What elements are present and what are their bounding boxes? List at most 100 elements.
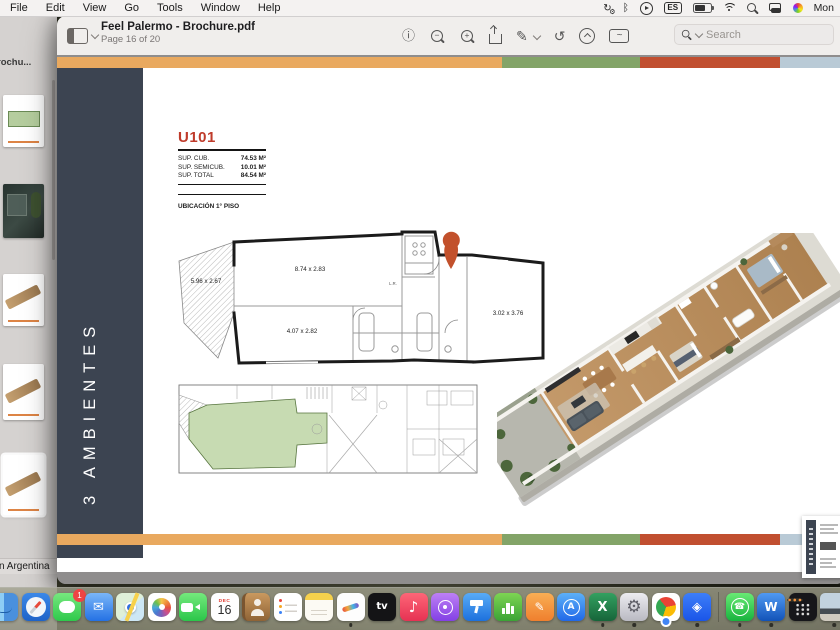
dock-tv-icon[interactable]: tv	[368, 593, 396, 621]
stripe-red	[640, 57, 780, 68]
dock-mail-icon[interactable]: ✉	[85, 593, 113, 621]
menu-go[interactable]: Go	[124, 2, 139, 14]
signature-icon[interactable]: ~	[609, 29, 629, 43]
info-icon[interactable]: ⓘ	[402, 29, 415, 42]
stripe-blue	[780, 57, 840, 68]
stripe-orange	[57, 57, 502, 68]
menu-help[interactable]: Help	[258, 2, 281, 14]
clock-day[interactable]: Mon	[814, 2, 834, 14]
markup-pen-icon[interactable]: ✎	[516, 29, 528, 43]
thumbnail-render	[5, 284, 42, 309]
menu-view[interactable]: View	[83, 2, 107, 14]
zoom-out-icon[interactable]: −	[429, 28, 445, 44]
dock-reminders-icon[interactable]	[274, 593, 302, 621]
control-center-icon[interactable]	[769, 3, 782, 13]
toolbar: Feel Palermo - Brochure.pdf Page 16 of 2…	[57, 16, 840, 56]
logo-vertical-band	[806, 520, 816, 574]
menu-file[interactable]: File	[10, 2, 28, 14]
stripe-green	[502, 57, 640, 68]
rotate-icon[interactable]: ↺	[554, 29, 566, 43]
thumbnail-photo	[7, 194, 27, 216]
dock-photos-icon[interactable]	[148, 593, 176, 621]
dock-freeform-icon[interactable]	[337, 593, 365, 621]
page-thumbnail[interactable]	[3, 95, 44, 147]
side-label: 3 AMBIENTES	[81, 279, 115, 505]
unit-spec-block: U101 SUP. CUB.74.53 M² SUP. SEMICUB.10.0…	[178, 129, 266, 210]
spec-row: SUP. CUB.74.53 M²	[178, 155, 266, 164]
spec-row: SUP. TOTAL84.54 M²	[178, 172, 266, 181]
dock-pages-icon[interactable]: ✎	[526, 593, 554, 621]
unit-title: U101	[178, 129, 266, 146]
search-placeholder: Search	[706, 29, 741, 41]
dock-excel-icon[interactable]: X	[589, 593, 617, 621]
menu-window[interactable]: Window	[201, 2, 240, 14]
dock-whatsapp-icon[interactable]: ☎	[726, 593, 754, 621]
toolbar-buttons: ⓘ − + ✎ ↺ ~	[402, 16, 629, 55]
document-area: 3 AMBIENTES U101 SUP. CUB.74.53 M² SUP. …	[57, 55, 840, 584]
dock-messages-icon[interactable]: 1	[53, 593, 81, 621]
play-icon[interactable]	[640, 2, 653, 15]
thumbnail-plan	[8, 111, 40, 127]
dock-facetime-icon[interactable]	[179, 593, 207, 621]
dock-music-icon[interactable]: ♪	[400, 593, 428, 621]
menu-edit[interactable]: Edit	[46, 2, 65, 14]
search-chevron-icon	[695, 29, 703, 37]
battery-icon[interactable]	[693, 3, 712, 13]
spotlight-icon[interactable]	[747, 3, 758, 14]
thumbnail-render	[5, 471, 42, 496]
siri-icon[interactable]	[793, 3, 803, 13]
search-field[interactable]: Search	[674, 24, 834, 45]
preview-window: Feel Palermo - Brochure.pdf Page 16 of 2…	[57, 16, 840, 584]
menu-tools[interactable]: Tools	[157, 2, 183, 14]
background-window-footer: n Argentina	[0, 558, 57, 574]
dock-word-icon[interactable]: W	[757, 593, 785, 621]
sync-icon[interactable]: ↻⚙	[603, 3, 611, 14]
dock-keynote-icon[interactable]	[463, 593, 491, 621]
render-3d	[497, 233, 840, 513]
share-icon[interactable]	[489, 34, 502, 44]
dock: 1 ✉ DEC16 tv ♪ ✎ A X ⚙ ◈ ☎ W	[0, 590, 840, 624]
logo-detail	[816, 516, 840, 578]
dock-finder-icon[interactable]	[0, 593, 18, 621]
dock-maps-icon[interactable]	[116, 593, 144, 621]
sidebar-toggle-icon[interactable]	[67, 28, 88, 44]
page-thumbnail-selected[interactable]	[3, 455, 44, 515]
wifi-icon[interactable]	[723, 3, 736, 13]
dock-settings-icon[interactable]: ⚙	[620, 593, 648, 621]
dock-calendar-icon[interactable]: DEC16	[211, 593, 239, 621]
living-dimension: 8.74 x 2.83	[295, 266, 326, 273]
page-thumbnail[interactable]	[3, 184, 44, 238]
sidebar-scrollbar[interactable]	[52, 80, 56, 260]
window-title-block: Feel Palermo - Brochure.pdf Page 16 of 2…	[101, 21, 255, 45]
page-thumbnail[interactable]	[3, 274, 44, 326]
bedroom-dimension: 4.07 x 2.82	[287, 328, 318, 335]
bluetooth-icon[interactable]: ᛒ	[623, 2, 629, 14]
dock-podcasts-icon[interactable]	[431, 593, 459, 621]
markup-chevron-icon[interactable]	[533, 31, 541, 39]
chevron-down-icon[interactable]	[91, 31, 99, 39]
dock-screenshot-icon[interactable]	[820, 593, 840, 621]
background-window-title: rochu...	[0, 57, 53, 68]
stripe-green	[502, 534, 640, 545]
location-label: UBICACIÓN 1° PISO	[178, 194, 266, 210]
menu-bar: File Edit View Go Tools Window Help ↻⚙ ᛒ…	[0, 0, 840, 17]
dock-notes-icon[interactable]	[305, 593, 333, 621]
zoom-in-icon[interactable]: +	[459, 28, 475, 44]
dock-safari-icon[interactable]	[22, 593, 50, 621]
dock-separator	[718, 592, 720, 622]
input-source-badge[interactable]: ES	[664, 2, 682, 14]
dock-chrome-icon[interactable]	[652, 593, 680, 621]
page-indicator: Page 16 of 20	[101, 34, 255, 45]
lr-label: L.R.	[389, 281, 397, 286]
page-thumbnail[interactable]	[3, 364, 44, 420]
building-plan	[177, 379, 483, 481]
dock-contacts-icon[interactable]	[242, 593, 270, 621]
stripe-red	[640, 534, 780, 545]
dock-calculator-icon[interactable]	[789, 593, 817, 621]
annotate-icon[interactable]	[579, 28, 595, 44]
thumbnail-render	[5, 378, 42, 403]
dock-dropbox-icon[interactable]: ◈	[683, 593, 711, 621]
dock-numbers-icon[interactable]	[494, 593, 522, 621]
background-window: rochu... n Argentina	[0, 16, 57, 630]
dock-appstore-icon[interactable]: A	[557, 593, 585, 621]
